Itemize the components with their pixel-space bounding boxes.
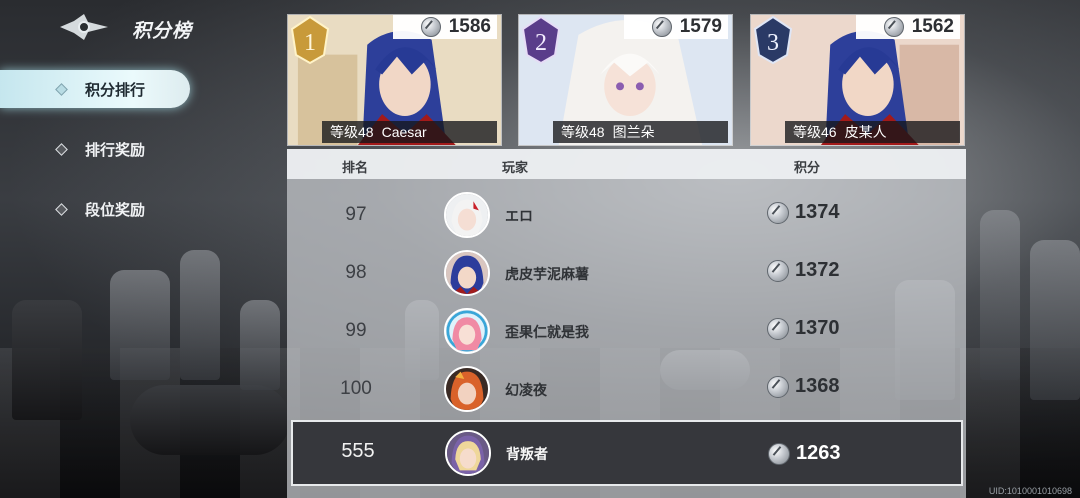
podium-card-third[interactable]: 3 1562 等级46 皮某人 [750,14,965,146]
player-avatar [444,192,490,238]
self-score-value: 1263 [796,442,841,464]
chess-piece [130,385,290,455]
chess-piece [240,300,280,390]
podium-score-value: 1579 [679,16,722,37]
podium-score-value: 1562 [911,16,954,37]
row-score-value: 1374 [795,201,840,223]
podium-card-first[interactable]: 1 1586 等级48 Caesar [287,14,502,146]
podium-rank-number: 3 [767,30,779,56]
sword-coin-icon [767,375,789,398]
sidebar-item-ranking-rewards[interactable]: 排行奖励 [0,130,190,168]
player-avatar [445,430,491,476]
podium-score: 1562 [856,15,960,39]
diamond-icon [55,142,68,156]
player-avatar [444,308,490,354]
header-rank: 排名 [342,160,369,175]
podium-player-name: 图兰朵 [612,124,655,140]
player-avatar [444,250,490,296]
podium-rank-number: 1 [304,30,316,56]
table-header: 排名 玩家 积分 [287,149,966,179]
uid-label: UID:1010001010698 [988,486,1072,496]
table-row[interactable]: 100 幻凌夜 1368 [287,360,966,417]
table-row[interactable]: 98 虎皮芋泥麻薯 1372 [287,244,966,301]
podium-level: 等级46 [793,124,837,140]
sword-coin-icon [767,317,789,340]
row-score: 1368 [767,375,840,398]
sidebar-item-label: 排行奖励 [85,141,146,159]
podium-score: 1579 [624,15,728,39]
chess-piece [1030,240,1080,400]
row-rank: 100 [340,378,372,399]
row-rank: 97 [345,204,367,225]
chess-piece [12,300,82,420]
podium-namebar: 等级46 皮某人 [785,121,960,143]
podium-score-value: 1586 [448,16,491,37]
chess-piece [980,210,1020,380]
player-avatar [444,366,490,412]
sidebar-item-tier-rewards[interactable]: 段位奖励 [0,190,190,228]
row-player-name: 幻凌夜 [505,382,547,398]
table-row[interactable]: 97 エロ 1374 [287,186,966,243]
row-score: 1372 [767,259,840,282]
row-score-value: 1372 [795,259,840,281]
row-score: 1370 [767,317,840,340]
sidebar-item-score-ranking[interactable]: 积分排行 [0,70,190,108]
chess-piece [180,250,220,380]
row-player-name: エロ [505,208,533,224]
sword-coin-icon [767,201,789,224]
sidebar-item-label: 段位奖励 [85,201,146,219]
diamond-icon [55,202,68,216]
row-player-name: 歪果仁就是我 [505,324,589,340]
purple-rank-badge-icon: 2 [521,15,561,65]
diamond-icon [55,82,68,96]
sword-coin-icon [767,259,789,282]
header-score: 积分 [794,160,821,175]
row-player-name: 虎皮芋泥麻薯 [505,266,589,282]
sword-coin-icon [420,17,441,37]
self-rank: 555 [341,440,375,462]
header-player: 玩家 [502,160,529,175]
podium-level: 等级48 [561,124,605,140]
podium-level: 等级48 [330,124,374,140]
fleur-logo-icon [60,14,108,40]
podium-score: 1586 [393,15,497,39]
row-score-value: 1370 [795,317,840,339]
navy-rank-badge-icon: 3 [753,15,793,65]
row-score: 1374 [767,201,840,224]
leaderboard-title: 积分榜 [132,21,193,42]
gold-rank-badge-icon: 1 [290,15,330,65]
chess-piece [110,270,170,380]
podium-rank-number: 2 [535,30,547,56]
table-row[interactable]: 99 歪果仁就是我 1370 [287,302,966,359]
self-ranking-row[interactable]: 555 背叛者 1263 [291,420,963,486]
sidebar-item-label: 积分排行 [85,81,146,99]
podium-namebar: 等级48 图兰朵 [553,121,728,143]
self-player-name: 背叛者 [506,446,548,462]
podium-player-name: Caesar [381,124,427,140]
row-rank: 99 [345,320,367,341]
sword-coin-icon [651,17,672,37]
podium-namebar: 等级48 Caesar [322,121,497,143]
podium-card-second[interactable]: 2 1579 等级48 图兰朵 [518,14,733,146]
row-score-value: 1368 [795,375,840,397]
sword-coin-icon [768,442,790,465]
podium-player-name: 皮某人 [844,124,887,140]
self-score: 1263 [768,442,841,465]
row-rank: 98 [345,262,367,283]
sword-coin-icon [883,17,904,37]
